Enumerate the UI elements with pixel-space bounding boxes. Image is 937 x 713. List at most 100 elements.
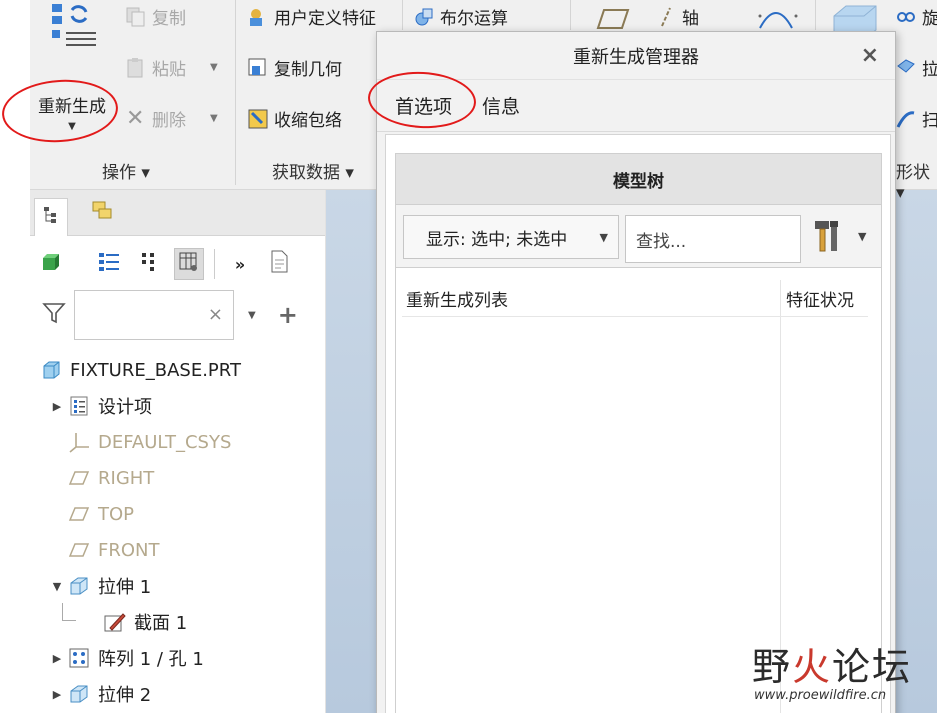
tree-view-toggle[interactable] <box>174 248 204 280</box>
watermark-char-rest: 论坛 <box>832 645 913 689</box>
forum-watermark: 野火论坛 www.proewildfire.cn <box>752 636 937 713</box>
copy-icon <box>126 7 146 27</box>
tree-row[interactable]: FRONT <box>30 532 326 568</box>
model-tree: FIXTURE_BASE.PRT ▶ 设计项 DEFAULT_CSYS RIGHT TOP… <box>30 352 326 712</box>
copy-geometry-button[interactable]: 复制几何 <box>248 55 342 80</box>
tree-row[interactable]: DEFAULT_CSYS <box>30 424 326 460</box>
tree-columns-button[interactable] <box>134 248 164 280</box>
tree-row-label: TOP <box>98 503 135 525</box>
filter-icon[interactable] <box>42 301 66 330</box>
expand-toggle-icon[interactable]: ▶ <box>46 400 68 413</box>
model-tree-panel: » × ▼ + FIXTURE_BASE.PRT ▶ 设计项 DEFAULT_CSYS… <box>30 190 326 713</box>
get-data-group-label[interactable]: 获取数据 ▾ <box>272 158 354 183</box>
watermark-title: 野火论坛 <box>752 636 912 691</box>
copy-geometry-icon <box>248 58 268 78</box>
copy-label: 复制 <box>152 9 186 29</box>
ribbon-divider <box>402 0 403 30</box>
tree-search-input[interactable]: × <box>74 290 234 340</box>
tree-row[interactable]: TOP <box>30 496 326 532</box>
close-icon[interactable]: × <box>861 43 879 68</box>
axis-label: 轴 <box>682 9 699 29</box>
tree-row[interactable]: ▶ 设计项 <box>30 388 326 424</box>
column-regen-list[interactable]: 重新生成列表 <box>406 280 508 316</box>
tree-row-label: 阵列 1 / 孔 1 <box>98 649 204 670</box>
more-tools-button[interactable]: » <box>225 248 255 280</box>
tree-row-label: 拉伸 2 <box>98 685 152 706</box>
revolve-icon <box>896 7 916 27</box>
clear-icon[interactable]: × <box>208 304 223 325</box>
operations-group-label[interactable]: 操作 ▾ <box>102 158 150 183</box>
paste-icon <box>126 57 146 78</box>
dialog-title: 重新生成管理器 <box>573 46 699 68</box>
copy-geometry-label: 复制几何 <box>274 60 342 80</box>
boolean-button[interactable]: 布尔运算 <box>414 4 508 29</box>
udf-button[interactable]: 用户定义特征 <box>248 4 376 29</box>
design-items-icon <box>68 395 90 417</box>
expand-toggle-icon[interactable]: ▶ <box>46 652 68 665</box>
axis-button[interactable]: 轴 <box>656 4 699 29</box>
tree-row[interactable]: FIXTURE_BASE.PRT <box>30 352 326 388</box>
boolean-label: 布尔运算 <box>440 9 508 29</box>
tree-row-label: 拉伸 1 <box>98 577 152 598</box>
columns-icon <box>140 251 158 278</box>
revolve-partial-button[interactable]: 旋 <box>896 4 937 29</box>
extrude-icon <box>68 575 90 597</box>
document-icon <box>269 250 291 279</box>
shrinkwrap-label: 收缩包络 <box>274 111 342 131</box>
plane-icon[interactable] <box>590 6 630 30</box>
collapse-toggle-icon[interactable]: ▼ <box>46 580 68 593</box>
green-cube-icon <box>41 252 61 277</box>
tree-row[interactable]: ▼ 拉伸 1 <box>30 568 326 604</box>
tree-row-label: FIXTURE_BASE.PRT <box>70 359 241 381</box>
tools-dropdown-icon[interactable]: ▼ <box>858 230 866 243</box>
sweep-label: 扫 <box>922 111 937 131</box>
csys-icon <box>68 431 90 453</box>
table-eye-icon <box>178 251 200 278</box>
watermark-char-1: 野 <box>752 645 793 689</box>
watermark-url: www.proewildfire.cn <box>754 688 887 703</box>
watermark-flame-char: 火 <box>792 645 833 689</box>
part-display-button[interactable] <box>36 248 66 280</box>
settings-doc-button[interactable] <box>265 248 295 280</box>
tab-model-tree[interactable] <box>34 198 68 236</box>
regenerate-top-icons[interactable] <box>50 2 100 50</box>
sweep-partial-button[interactable]: 扫 <box>896 106 937 131</box>
tree-row[interactable]: RIGHT <box>30 460 326 496</box>
display-select[interactable]: 显示: 选中; 未选中 ▼ <box>403 215 619 259</box>
shrinkwrap-button[interactable]: 收缩包络 <box>248 106 342 131</box>
filter-dropdown-icon[interactable]: ▼ <box>248 310 256 321</box>
tree-row[interactable]: ▶ 阵列 1 / 孔 1 <box>30 640 326 676</box>
tab-information[interactable]: 信息 <box>482 92 520 119</box>
tools-icon[interactable] <box>812 219 842 253</box>
paste-button[interactable]: 粘贴 ▼ <box>126 55 218 80</box>
shape-group-label[interactable]: 形状 ▾ <box>896 158 937 203</box>
boolean-icon <box>414 7 434 27</box>
copy-button[interactable]: 复制 <box>126 4 186 29</box>
sketch-curve-icon[interactable] <box>756 4 800 30</box>
tree-filter-row: × ▼ + <box>42 290 298 340</box>
tree-row-label: 截面 1 <box>134 613 188 634</box>
delete-button[interactable]: ✕ 删除 ▼ <box>126 106 218 131</box>
find-input[interactable]: 查找... <box>625 215 801 263</box>
toolbar-divider <box>214 249 215 279</box>
dialog-titlebar[interactable]: 重新生成管理器 × <box>377 32 895 80</box>
extrude-partial-button[interactable]: 拉 <box>896 55 937 80</box>
paste-label: 粘贴 <box>152 60 186 80</box>
udf-label: 用户定义特征 <box>274 9 376 29</box>
tree-connector <box>62 603 76 621</box>
tree-row[interactable]: ▶ 拉伸 2 <box>30 676 326 712</box>
tree-row[interactable]: 截面 1 <box>30 603 326 640</box>
tree-list-button[interactable] <box>94 248 124 280</box>
column-feature-status[interactable]: 特征状况 <box>786 280 854 316</box>
delete-icon: ✕ <box>126 105 145 131</box>
double-chevron-icon: » <box>234 254 246 274</box>
add-filter-icon[interactable]: + <box>278 301 298 329</box>
ribbon-divider <box>815 0 816 30</box>
tree-toolbar: » <box>36 244 295 284</box>
tree-row-label: DEFAULT_CSYS <box>98 431 232 453</box>
extrude-icon <box>896 58 916 78</box>
datum-plane-icon <box>68 539 90 561</box>
tab-layers[interactable] <box>86 198 120 228</box>
list-icon <box>98 251 120 278</box>
expand-toggle-icon[interactable]: ▶ <box>46 688 68 701</box>
